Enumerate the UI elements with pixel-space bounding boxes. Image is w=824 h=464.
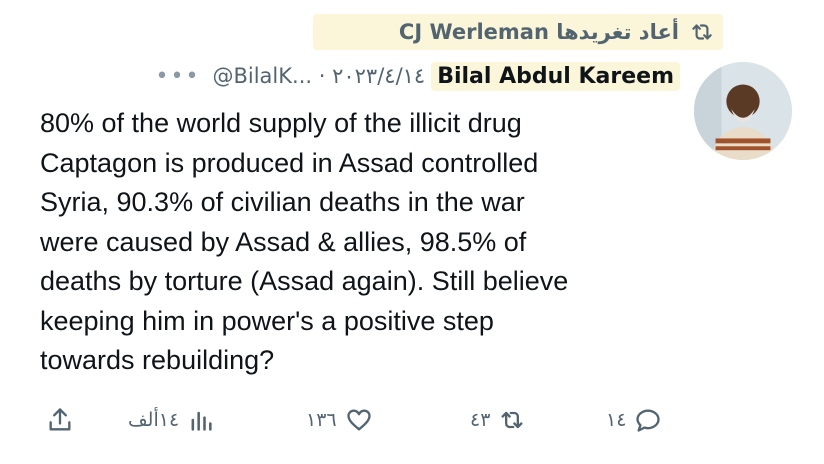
like-button[interactable]: ١٣٦: [306, 400, 373, 440]
views-icon: [187, 406, 215, 434]
tweet-header: ••• @BilalK... · ٢٠٢٣/٤/١٤ Bilal Abdul K…: [40, 58, 680, 94]
tweet-line: Syria, 90.3% of civilian deaths in the w…: [40, 187, 525, 217]
views-count: ١٤ألف: [128, 409, 180, 431]
reply-icon: [634, 406, 662, 434]
retweet-button[interactable]: ٤٣: [470, 400, 526, 440]
retweeted-by-banner[interactable]: أعاد تغريدها CJ Werleman: [313, 14, 723, 50]
replies-count: ١٤: [606, 409, 627, 431]
retweet-icon: [498, 406, 526, 434]
retweets-count: ٤٣: [470, 409, 491, 431]
tweet-line: keeping him in power's a positive step: [40, 305, 494, 336]
tweet-line: deaths by torture (Assad again). Still b…: [40, 266, 569, 296]
heart-icon: [345, 406, 373, 434]
author-name[interactable]: Bilal Abdul Kareem: [431, 61, 680, 91]
tweet-body: 80% of the world supply of the illicit d…: [40, 104, 690, 381]
tweet-line: 80% of the world supply of the illicit d…: [40, 108, 522, 138]
handle-and-date[interactable]: @BilalK... · ٢٠٢٣/٤/١٤: [212, 64, 425, 88]
share-icon: [46, 406, 74, 434]
likes-count: ١٣٦: [306, 409, 337, 431]
retweet-icon: [689, 19, 715, 45]
tweet-line: towards rebuilding?: [40, 345, 275, 375]
tweet-line: were caused by Assad & allies, 98.5% of: [40, 226, 527, 257]
views-button[interactable]: ١٤ألف: [128, 400, 215, 440]
retweeted-by-label: أعاد تغريدها CJ Werleman: [398, 20, 679, 44]
tweet-actions-bar: ١٤ألف ١٣٦ ٤٣ ١٤: [0, 400, 824, 440]
share-button[interactable]: [46, 400, 74, 440]
more-options-icon[interactable]: •••: [156, 64, 201, 89]
reply-button[interactable]: ١٤: [606, 400, 662, 440]
tweet-line: Captagon is produced in Assad controlled: [40, 147, 539, 178]
avatar[interactable]: [694, 62, 792, 160]
